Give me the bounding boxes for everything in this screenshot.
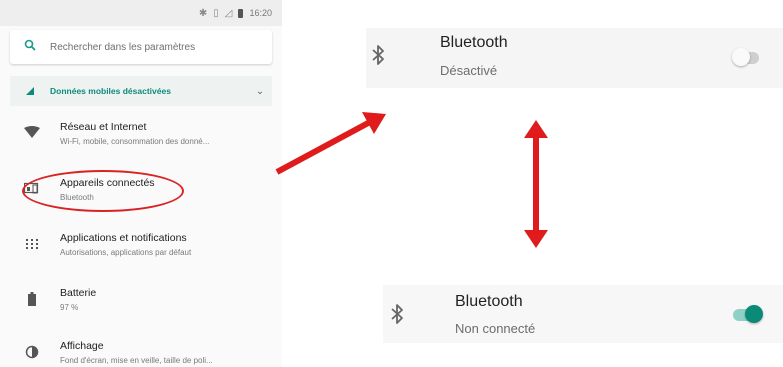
settings-item-subtitle: 97 % [60, 303, 79, 312]
bluetooth-off-status: Désactivé [440, 63, 498, 78]
annotation-arrow-diagonal [275, 112, 386, 175]
bluetooth-on-row[interactable]: Bluetooth Non connecté [383, 285, 783, 343]
search-placeholder: Rechercher dans les paramètres [50, 41, 196, 53]
signal-off-icon [10, 87, 50, 95]
settings-item-title: Affichage [60, 340, 104, 352]
mobile-data-banner[interactable]: Données mobiles désactivées ⌄ [10, 76, 272, 106]
apps-grid-icon [18, 232, 46, 249]
signal-icon: ◿ [224, 7, 233, 19]
bluetooth-off-row[interactable]: Bluetooth Désactivé [366, 28, 783, 88]
status-bar: ✱ ▯ ◿ 16:20 [0, 0, 282, 26]
battery-status-icon [238, 8, 244, 18]
bluetooth-toggle-on-thumb[interactable] [745, 305, 763, 323]
bluetooth-icon [370, 44, 386, 72]
search-icon [10, 38, 50, 56]
settings-item-display[interactable]: Affichage Fond d'écran, mise en veille, … [18, 340, 278, 366]
mobile-data-label: Données mobiles désactivées [50, 86, 171, 96]
settings-item-battery[interactable]: Batterie 97 % [18, 287, 278, 313]
status-time: 16:20 [249, 8, 272, 18]
brightness-icon [18, 340, 46, 359]
search-bar[interactable]: Rechercher dans les paramètres [10, 30, 272, 64]
battery-icon [18, 287, 46, 306]
settings-item-apps[interactable]: Applications et notifications Autorisati… [18, 232, 278, 258]
annotation-highlight-ellipse [22, 170, 184, 212]
chevron-down-icon[interactable]: ⌄ [248, 86, 272, 97]
settings-item-subtitle: Fond d'écran, mise en veille, taille de … [60, 356, 213, 365]
bluetooth-on-title: Bluetooth [455, 293, 523, 310]
settings-item-subtitle: Autorisations, applications par défaut [60, 248, 192, 257]
settings-item-title: Applications et notifications [60, 232, 187, 244]
settings-item-network[interactable]: Réseau et Internet Wi-Fi, mobile, consom… [18, 121, 278, 147]
bluetooth-on-status: Non connecté [455, 321, 536, 336]
bluetooth-icon [389, 303, 405, 331]
bluetooth-toggle-off-thumb[interactable] [732, 48, 750, 66]
settings-screen: ✱ ▯ ◿ 16:20 Rechercher dans les paramètr… [0, 0, 282, 367]
settings-item-subtitle: Wi-Fi, mobile, consommation des donné... [60, 137, 210, 146]
bluetooth-status-icon: ✱ [198, 7, 208, 19]
annotation-arrow-vertical [524, 120, 548, 248]
settings-item-title: Batterie [60, 287, 97, 299]
wifi-icon [18, 121, 46, 138]
settings-item-title: Réseau et Internet [60, 121, 147, 133]
bluetooth-off-title: Bluetooth [440, 34, 508, 51]
vibrate-icon: ▯ [213, 7, 219, 19]
